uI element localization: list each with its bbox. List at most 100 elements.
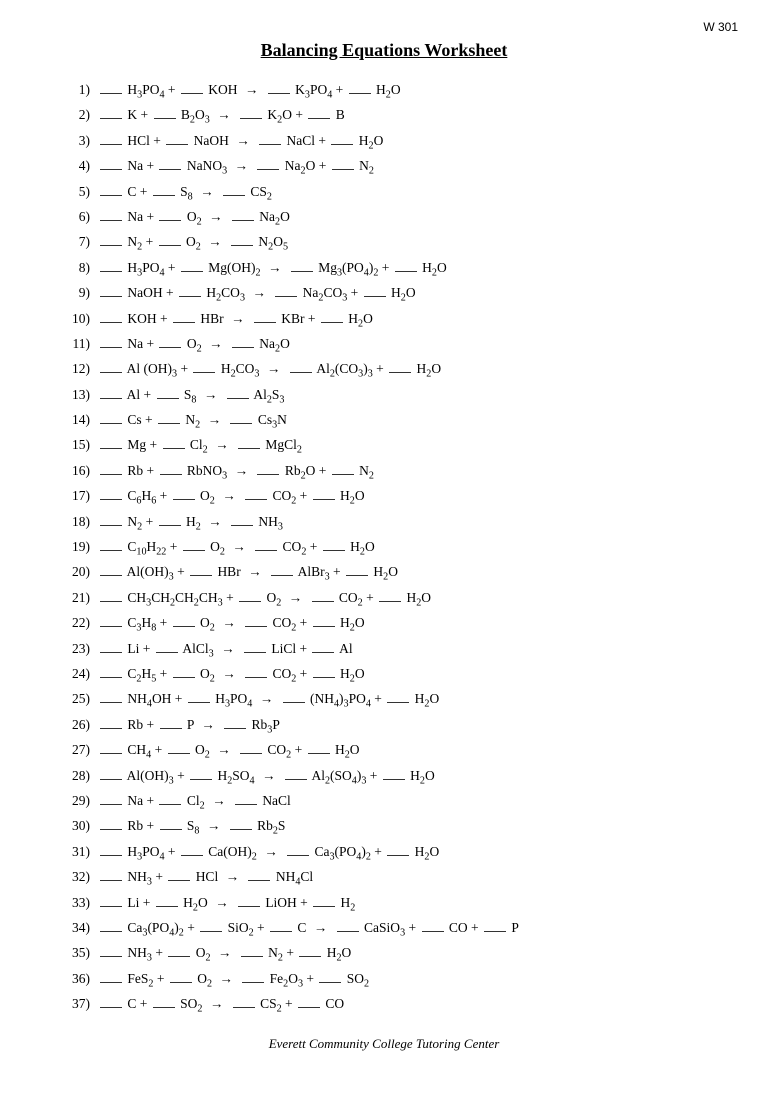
equation-37: 37) C + SO2 → CS2 + CO: [60, 993, 708, 1018]
eq-num-15: 15): [60, 434, 98, 456]
equation-33: 33) Li + H2O → LiOH + H2: [60, 892, 708, 917]
equation-27: 27) CH4 + O2 → CO2 + H2O: [60, 739, 708, 764]
blank: [387, 855, 409, 856]
blank: [100, 956, 122, 957]
blank: [240, 118, 262, 119]
blank: [232, 347, 254, 348]
eq-num-32: 32): [60, 866, 98, 888]
blank: [245, 677, 267, 678]
blank: [100, 829, 122, 830]
blank: [183, 550, 205, 551]
blank: [100, 499, 122, 500]
blank: [156, 906, 178, 907]
blank: [308, 118, 330, 119]
blank: [100, 398, 122, 399]
eq-num-9: 9): [60, 282, 98, 304]
eq-num-30: 30): [60, 815, 98, 837]
blank: [100, 169, 122, 170]
eq-num-13: 13): [60, 384, 98, 406]
blank: [166, 144, 188, 145]
blank: [100, 93, 122, 94]
equation-28: 28) Al(OH)3 + H2SO4 → Al2(SO4)3 + H2O: [60, 765, 708, 790]
equation-25: 25) NH4OH + H3PO4 → (NH4)3PO4 + H2O: [60, 688, 708, 713]
blank: [100, 804, 122, 805]
equation-6: 6) Na + O2 → Na2O: [60, 206, 708, 231]
blank: [259, 144, 281, 145]
eq-num-10: 10): [60, 308, 98, 330]
blank: [248, 880, 270, 881]
eq-num-16: 16): [60, 460, 98, 482]
eq-num-11: 11): [60, 333, 98, 355]
footer-text: Everett Community College Tutoring Cente…: [60, 1036, 708, 1052]
blank: [188, 702, 210, 703]
blank: [245, 626, 267, 627]
blank: [484, 931, 506, 932]
blank: [285, 779, 307, 780]
eq-num-25: 25): [60, 688, 98, 710]
blank: [200, 931, 222, 932]
equations-list: 1) H3PO4 + KOH → K3PO4 + H2O 2) K + B2O3…: [60, 79, 708, 1018]
blank: [181, 855, 203, 856]
blank: [173, 499, 195, 500]
blank: [168, 753, 190, 754]
blank: [257, 169, 279, 170]
blank: [173, 626, 195, 627]
eq-num-20: 20): [60, 561, 98, 583]
blank: [223, 195, 245, 196]
blank: [100, 245, 122, 246]
blank: [313, 906, 335, 907]
equation-3: 3) HCl + NaOH → NaCl + H2O: [60, 130, 708, 155]
eq-num-4: 4): [60, 155, 98, 177]
blank: [100, 220, 122, 221]
blank: [193, 372, 215, 373]
equation-30: 30) Rb + S8 → Rb2S: [60, 815, 708, 840]
blank: [100, 525, 122, 526]
equation-31: 31) H3PO4 + Ca(OH)2 → Ca3(PO4)2 + H2O: [60, 841, 708, 866]
eq-num-14: 14): [60, 409, 98, 431]
eq-num-24: 24): [60, 663, 98, 685]
blank: [100, 144, 122, 145]
blank: [238, 906, 260, 907]
equation-9: 9) NaOH + H2CO3 → Na2CO3 + H2O: [60, 282, 708, 307]
blank: [231, 245, 253, 246]
worksheet-page: W 301 Balancing Equations Worksheet 1) H…: [0, 0, 768, 1112]
blank: [100, 271, 122, 272]
equation-2: 2) K + B2O3 → K2O + B: [60, 104, 708, 129]
eq-num-17: 17): [60, 485, 98, 507]
blank: [100, 347, 122, 348]
equation-29: 29) Na + Cl2 → NaCl: [60, 790, 708, 815]
equation-34: 34) Ca3(PO4)2 + SiO2 + C → CaSiO3 + CO +…: [60, 917, 708, 942]
blank: [230, 829, 252, 830]
blank: [100, 855, 122, 856]
blank: [159, 804, 181, 805]
equation-36: 36) FeS2 + O2 → Fe2O3 + SO2: [60, 968, 708, 993]
blank: [291, 271, 313, 272]
eq-num-28: 28): [60, 765, 98, 787]
equation-17: 17) C6H6 + O2 → CO2 + H2O: [60, 485, 708, 510]
blank: [319, 982, 341, 983]
blank: [235, 804, 257, 805]
blank: [245, 499, 267, 500]
eq-num-23: 23): [60, 638, 98, 660]
blank: [232, 220, 254, 221]
blank: [100, 296, 122, 297]
blank: [100, 652, 122, 653]
equation-1: 1) H3PO4 + KOH → K3PO4 + H2O: [60, 79, 708, 104]
eq-num-6: 6): [60, 206, 98, 228]
blank: [389, 372, 411, 373]
equation-8: 8) H3PO4 + Mg(OH)2 → Mg3(PO4)2 + H2O: [60, 257, 708, 282]
blank: [160, 728, 182, 729]
blank: [332, 169, 354, 170]
blank: [312, 652, 334, 653]
blank: [254, 322, 276, 323]
equation-15: 15) Mg + Cl2 → MgCl2: [60, 434, 708, 459]
blank: [242, 982, 264, 983]
blank: [153, 195, 175, 196]
eq-num-5: 5): [60, 181, 98, 203]
blank: [100, 474, 122, 475]
eq-num-22: 22): [60, 612, 98, 634]
blank: [239, 601, 261, 602]
blank: [173, 322, 195, 323]
blank: [364, 296, 386, 297]
blank: [100, 931, 122, 932]
